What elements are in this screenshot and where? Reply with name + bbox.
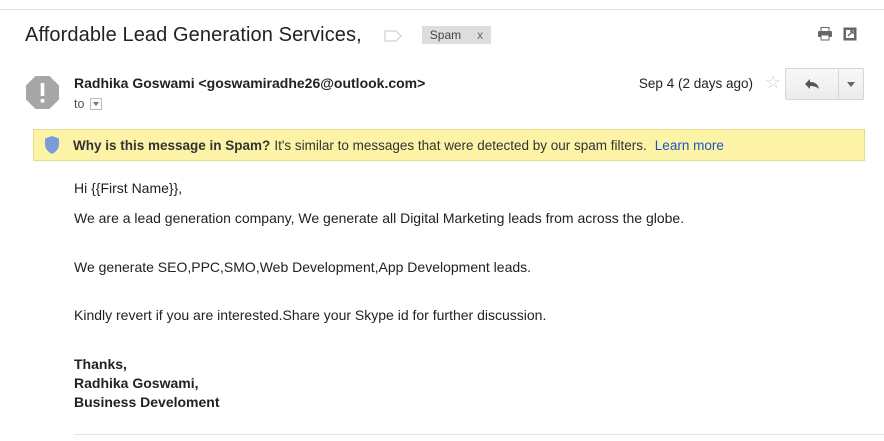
to-label: to [74, 97, 85, 111]
body-paragraph-1: We are a lead generation company, We gen… [74, 210, 685, 226]
thread-actions [817, 27, 859, 41]
bottom-divider [74, 434, 884, 435]
email-subject: Affordable Lead Generation Services, [25, 23, 362, 46]
learn-more-link[interactable]: Learn more [655, 138, 724, 153]
sender-name-email: Radhika Goswami <goswamiradhe26@outlook.… [74, 75, 426, 91]
spam-label-text: Spam [429, 28, 462, 42]
signature-line-3: Business Develoment [74, 394, 220, 410]
spam-label-chip: Spam x [421, 26, 492, 44]
new-window-icon[interactable] [843, 27, 859, 41]
signature-line-1: Thanks, [74, 356, 127, 372]
signature: Thanks, Radhika Goswami, Business Develo… [74, 355, 220, 412]
signature-line-2: Radhika Goswami, [74, 375, 199, 391]
show-details-button[interactable] [90, 98, 103, 110]
spam-question: Why is this message in Spam? [73, 137, 271, 153]
body-paragraph-3: Kindly revert if you are interested.Shar… [74, 307, 547, 323]
greeting: Hi {{First Name}}, [74, 180, 183, 196]
spam-warning-banner: Why is this message in Spam? It's simila… [33, 129, 865, 161]
reply-button[interactable] [786, 69, 838, 99]
more-actions-button[interactable] [838, 69, 863, 99]
body-paragraph-2: We generate SEO,PPC,SMO,Web Development,… [74, 259, 532, 275]
subject-row: Affordable Lead Generation Services, Spa… [25, 22, 492, 48]
message-date: Sep 4 (2 days ago) [638, 76, 753, 91]
top-divider [0, 9, 884, 10]
spam-explanation: It's similar to messages that were detec… [274, 137, 647, 153]
label-tag-icon[interactable] [384, 29, 402, 42]
warning-avatar-icon [25, 75, 60, 110]
shield-icon [45, 136, 59, 154]
remove-label-button[interactable]: x [477, 26, 483, 44]
reply-icon [805, 79, 819, 89]
star-icon[interactable]: ☆ [765, 72, 781, 93]
print-icon[interactable] [817, 27, 833, 41]
recipient-row: to [74, 97, 103, 111]
reply-button-group [785, 68, 864, 100]
